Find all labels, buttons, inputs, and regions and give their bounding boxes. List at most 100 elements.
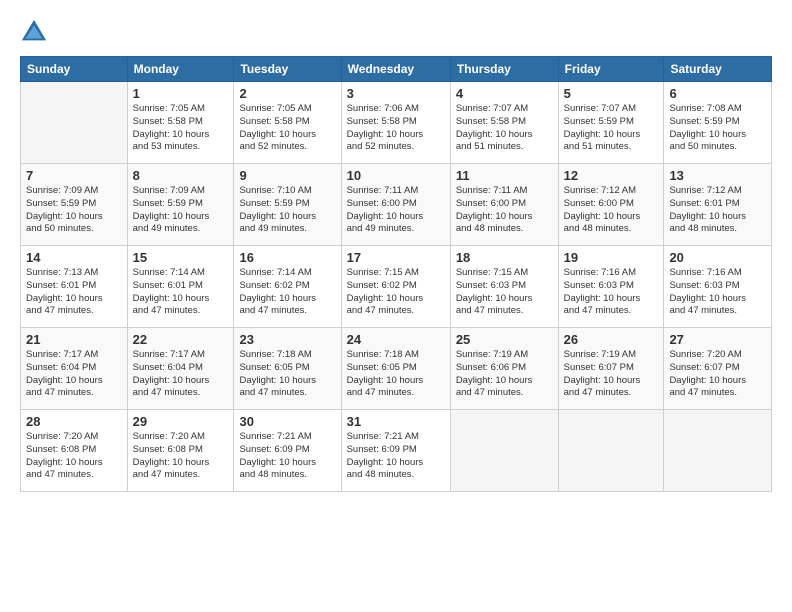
calendar-cell: 30 Sunrise: 7:21 AMSunset: 6:09 PMDayligh… bbox=[234, 410, 341, 492]
calendar-cell: 15 Sunrise: 7:14 AMSunset: 6:01 PMDayligh… bbox=[127, 246, 234, 328]
day-info: Sunrise: 7:05 AMSunset: 5:58 PMDaylight:… bbox=[133, 103, 229, 154]
day-info: Sunrise: 7:15 AMSunset: 6:02 PMDaylight:… bbox=[347, 267, 445, 318]
calendar-cell: 31 Sunrise: 7:21 AMSunset: 6:09 PMDayligh… bbox=[341, 410, 450, 492]
week-row-4: 21 Sunrise: 7:17 AMSunset: 6:04 PMDayligh… bbox=[21, 328, 772, 410]
calendar-cell: 22 Sunrise: 7:17 AMSunset: 6:04 PMDayligh… bbox=[127, 328, 234, 410]
day-info: Sunrise: 7:17 AMSunset: 6:04 PMDaylight:… bbox=[26, 349, 122, 400]
weekday-header-row: SundayMondayTuesdayWednesdayThursdayFrid… bbox=[21, 57, 772, 82]
day-info: Sunrise: 7:05 AMSunset: 5:58 PMDaylight:… bbox=[239, 103, 335, 154]
calendar-cell: 1 Sunrise: 7:05 AMSunset: 5:58 PMDaylight… bbox=[127, 82, 234, 164]
day-info: Sunrise: 7:16 AMSunset: 6:03 PMDaylight:… bbox=[564, 267, 659, 318]
day-info: Sunrise: 7:19 AMSunset: 6:06 PMDaylight:… bbox=[456, 349, 553, 400]
day-number: 7 bbox=[26, 168, 122, 183]
day-number: 31 bbox=[347, 414, 445, 429]
day-number: 13 bbox=[669, 168, 766, 183]
day-info: Sunrise: 7:18 AMSunset: 6:05 PMDaylight:… bbox=[239, 349, 335, 400]
day-info: Sunrise: 7:11 AMSunset: 6:00 PMDaylight:… bbox=[347, 185, 445, 236]
day-info: Sunrise: 7:14 AMSunset: 6:02 PMDaylight:… bbox=[239, 267, 335, 318]
day-info: Sunrise: 7:21 AMSunset: 6:09 PMDaylight:… bbox=[347, 431, 445, 482]
calendar-cell: 21 Sunrise: 7:17 AMSunset: 6:04 PMDayligh… bbox=[21, 328, 128, 410]
day-number: 1 bbox=[133, 86, 229, 101]
day-number: 21 bbox=[26, 332, 122, 347]
weekday-header-friday: Friday bbox=[558, 57, 664, 82]
calendar-cell: 6 Sunrise: 7:08 AMSunset: 5:59 PMDaylight… bbox=[664, 82, 772, 164]
day-info: Sunrise: 7:16 AMSunset: 6:03 PMDaylight:… bbox=[669, 267, 766, 318]
day-number: 15 bbox=[133, 250, 229, 265]
day-info: Sunrise: 7:20 AMSunset: 6:08 PMDaylight:… bbox=[26, 431, 122, 482]
page: SundayMondayTuesdayWednesdayThursdayFrid… bbox=[0, 0, 792, 612]
day-number: 30 bbox=[239, 414, 335, 429]
day-number: 26 bbox=[564, 332, 659, 347]
day-number: 25 bbox=[456, 332, 553, 347]
day-info: Sunrise: 7:08 AMSunset: 5:59 PMDaylight:… bbox=[669, 103, 766, 154]
day-number: 2 bbox=[239, 86, 335, 101]
calendar-cell bbox=[664, 410, 772, 492]
day-number: 3 bbox=[347, 86, 445, 101]
calendar-cell: 24Sunrise: 7:18 AMSunset: 6:05 PMDayligh… bbox=[341, 328, 450, 410]
calendar-cell bbox=[21, 82, 128, 164]
weekday-header-sunday: Sunday bbox=[21, 57, 128, 82]
day-info: Sunrise: 7:17 AMSunset: 6:04 PMDaylight:… bbox=[133, 349, 229, 400]
day-info: Sunrise: 7:19 AMSunset: 6:07 PMDaylight:… bbox=[564, 349, 659, 400]
day-number: 20 bbox=[669, 250, 766, 265]
calendar-cell: 10 Sunrise: 7:11 AMSunset: 6:00 PMDayligh… bbox=[341, 164, 450, 246]
day-number: 11 bbox=[456, 168, 553, 183]
day-number: 24 bbox=[347, 332, 445, 347]
day-info: Sunrise: 7:09 AMSunset: 5:59 PMDaylight:… bbox=[133, 185, 229, 236]
day-info: Sunrise: 7:12 AMSunset: 6:01 PMDaylight:… bbox=[669, 185, 766, 236]
logo bbox=[20, 18, 52, 46]
week-row-5: 28Sunrise: 7:20 AMSunset: 6:08 PMDayligh… bbox=[21, 410, 772, 492]
week-row-3: 14 Sunrise: 7:13 AMSunset: 6:01 PMDayligh… bbox=[21, 246, 772, 328]
calendar-cell: 7 Sunrise: 7:09 AMSunset: 5:59 PMDaylight… bbox=[21, 164, 128, 246]
calendar-cell: 17Sunrise: 7:15 AMSunset: 6:02 PMDayligh… bbox=[341, 246, 450, 328]
day-info: Sunrise: 7:10 AMSunset: 5:59 PMDaylight:… bbox=[239, 185, 335, 236]
logo-icon bbox=[20, 18, 48, 46]
calendar-cell: 23 Sunrise: 7:18 AMSunset: 6:05 PMDayligh… bbox=[234, 328, 341, 410]
day-number: 8 bbox=[133, 168, 229, 183]
week-row-2: 7 Sunrise: 7:09 AMSunset: 5:59 PMDaylight… bbox=[21, 164, 772, 246]
day-info: Sunrise: 7:13 AMSunset: 6:01 PMDaylight:… bbox=[26, 267, 122, 318]
week-row-1: 1 Sunrise: 7:05 AMSunset: 5:58 PMDaylight… bbox=[21, 82, 772, 164]
calendar-cell: 14 Sunrise: 7:13 AMSunset: 6:01 PMDayligh… bbox=[21, 246, 128, 328]
calendar-cell: 3 Sunrise: 7:06 AMSunset: 5:58 PMDaylight… bbox=[341, 82, 450, 164]
day-number: 22 bbox=[133, 332, 229, 347]
day-number: 27 bbox=[669, 332, 766, 347]
day-info: Sunrise: 7:14 AMSunset: 6:01 PMDaylight:… bbox=[133, 267, 229, 318]
day-number: 14 bbox=[26, 250, 122, 265]
day-info: Sunrise: 7:11 AMSunset: 6:00 PMDaylight:… bbox=[456, 185, 553, 236]
calendar-cell: 27 Sunrise: 7:20 AMSunset: 6:07 PMDayligh… bbox=[664, 328, 772, 410]
day-info: Sunrise: 7:21 AMSunset: 6:09 PMDaylight:… bbox=[239, 431, 335, 482]
weekday-header-saturday: Saturday bbox=[664, 57, 772, 82]
day-info: Sunrise: 7:07 AMSunset: 5:59 PMDaylight:… bbox=[564, 103, 659, 154]
calendar-cell: 2 Sunrise: 7:05 AMSunset: 5:58 PMDaylight… bbox=[234, 82, 341, 164]
calendar-cell: 25 Sunrise: 7:19 AMSunset: 6:06 PMDayligh… bbox=[450, 328, 558, 410]
day-info: Sunrise: 7:09 AMSunset: 5:59 PMDaylight:… bbox=[26, 185, 122, 236]
calendar-cell: 18Sunrise: 7:15 AMSunset: 6:03 PMDayligh… bbox=[450, 246, 558, 328]
header bbox=[20, 18, 772, 46]
calendar-cell: 20 Sunrise: 7:16 AMSunset: 6:03 PMDayligh… bbox=[664, 246, 772, 328]
calendar-cell: 16 Sunrise: 7:14 AMSunset: 6:02 PMDayligh… bbox=[234, 246, 341, 328]
calendar-cell bbox=[558, 410, 664, 492]
day-info: Sunrise: 7:12 AMSunset: 6:00 PMDaylight:… bbox=[564, 185, 659, 236]
weekday-header-monday: Monday bbox=[127, 57, 234, 82]
calendar-table: SundayMondayTuesdayWednesdayThursdayFrid… bbox=[20, 56, 772, 492]
calendar-cell: 29Sunrise: 7:20 AMSunset: 6:08 PMDayligh… bbox=[127, 410, 234, 492]
day-number: 6 bbox=[669, 86, 766, 101]
calendar-cell bbox=[450, 410, 558, 492]
calendar-cell: 8 Sunrise: 7:09 AMSunset: 5:59 PMDaylight… bbox=[127, 164, 234, 246]
calendar-cell: 11 Sunrise: 7:11 AMSunset: 6:00 PMDayligh… bbox=[450, 164, 558, 246]
day-number: 10 bbox=[347, 168, 445, 183]
weekday-header-thursday: Thursday bbox=[450, 57, 558, 82]
calendar-cell: 28Sunrise: 7:20 AMSunset: 6:08 PMDayligh… bbox=[21, 410, 128, 492]
day-info: Sunrise: 7:20 AMSunset: 6:07 PMDaylight:… bbox=[669, 349, 766, 400]
weekday-header-wednesday: Wednesday bbox=[341, 57, 450, 82]
day-info: Sunrise: 7:06 AMSunset: 5:58 PMDaylight:… bbox=[347, 103, 445, 154]
day-number: 18 bbox=[456, 250, 553, 265]
day-number: 12 bbox=[564, 168, 659, 183]
day-number: 23 bbox=[239, 332, 335, 347]
day-number: 29 bbox=[133, 414, 229, 429]
day-number: 16 bbox=[239, 250, 335, 265]
calendar-cell: 19Sunrise: 7:16 AMSunset: 6:03 PMDayligh… bbox=[558, 246, 664, 328]
calendar-cell: 4Sunrise: 7:07 AMSunset: 5:58 PMDaylight… bbox=[450, 82, 558, 164]
day-number: 5 bbox=[564, 86, 659, 101]
